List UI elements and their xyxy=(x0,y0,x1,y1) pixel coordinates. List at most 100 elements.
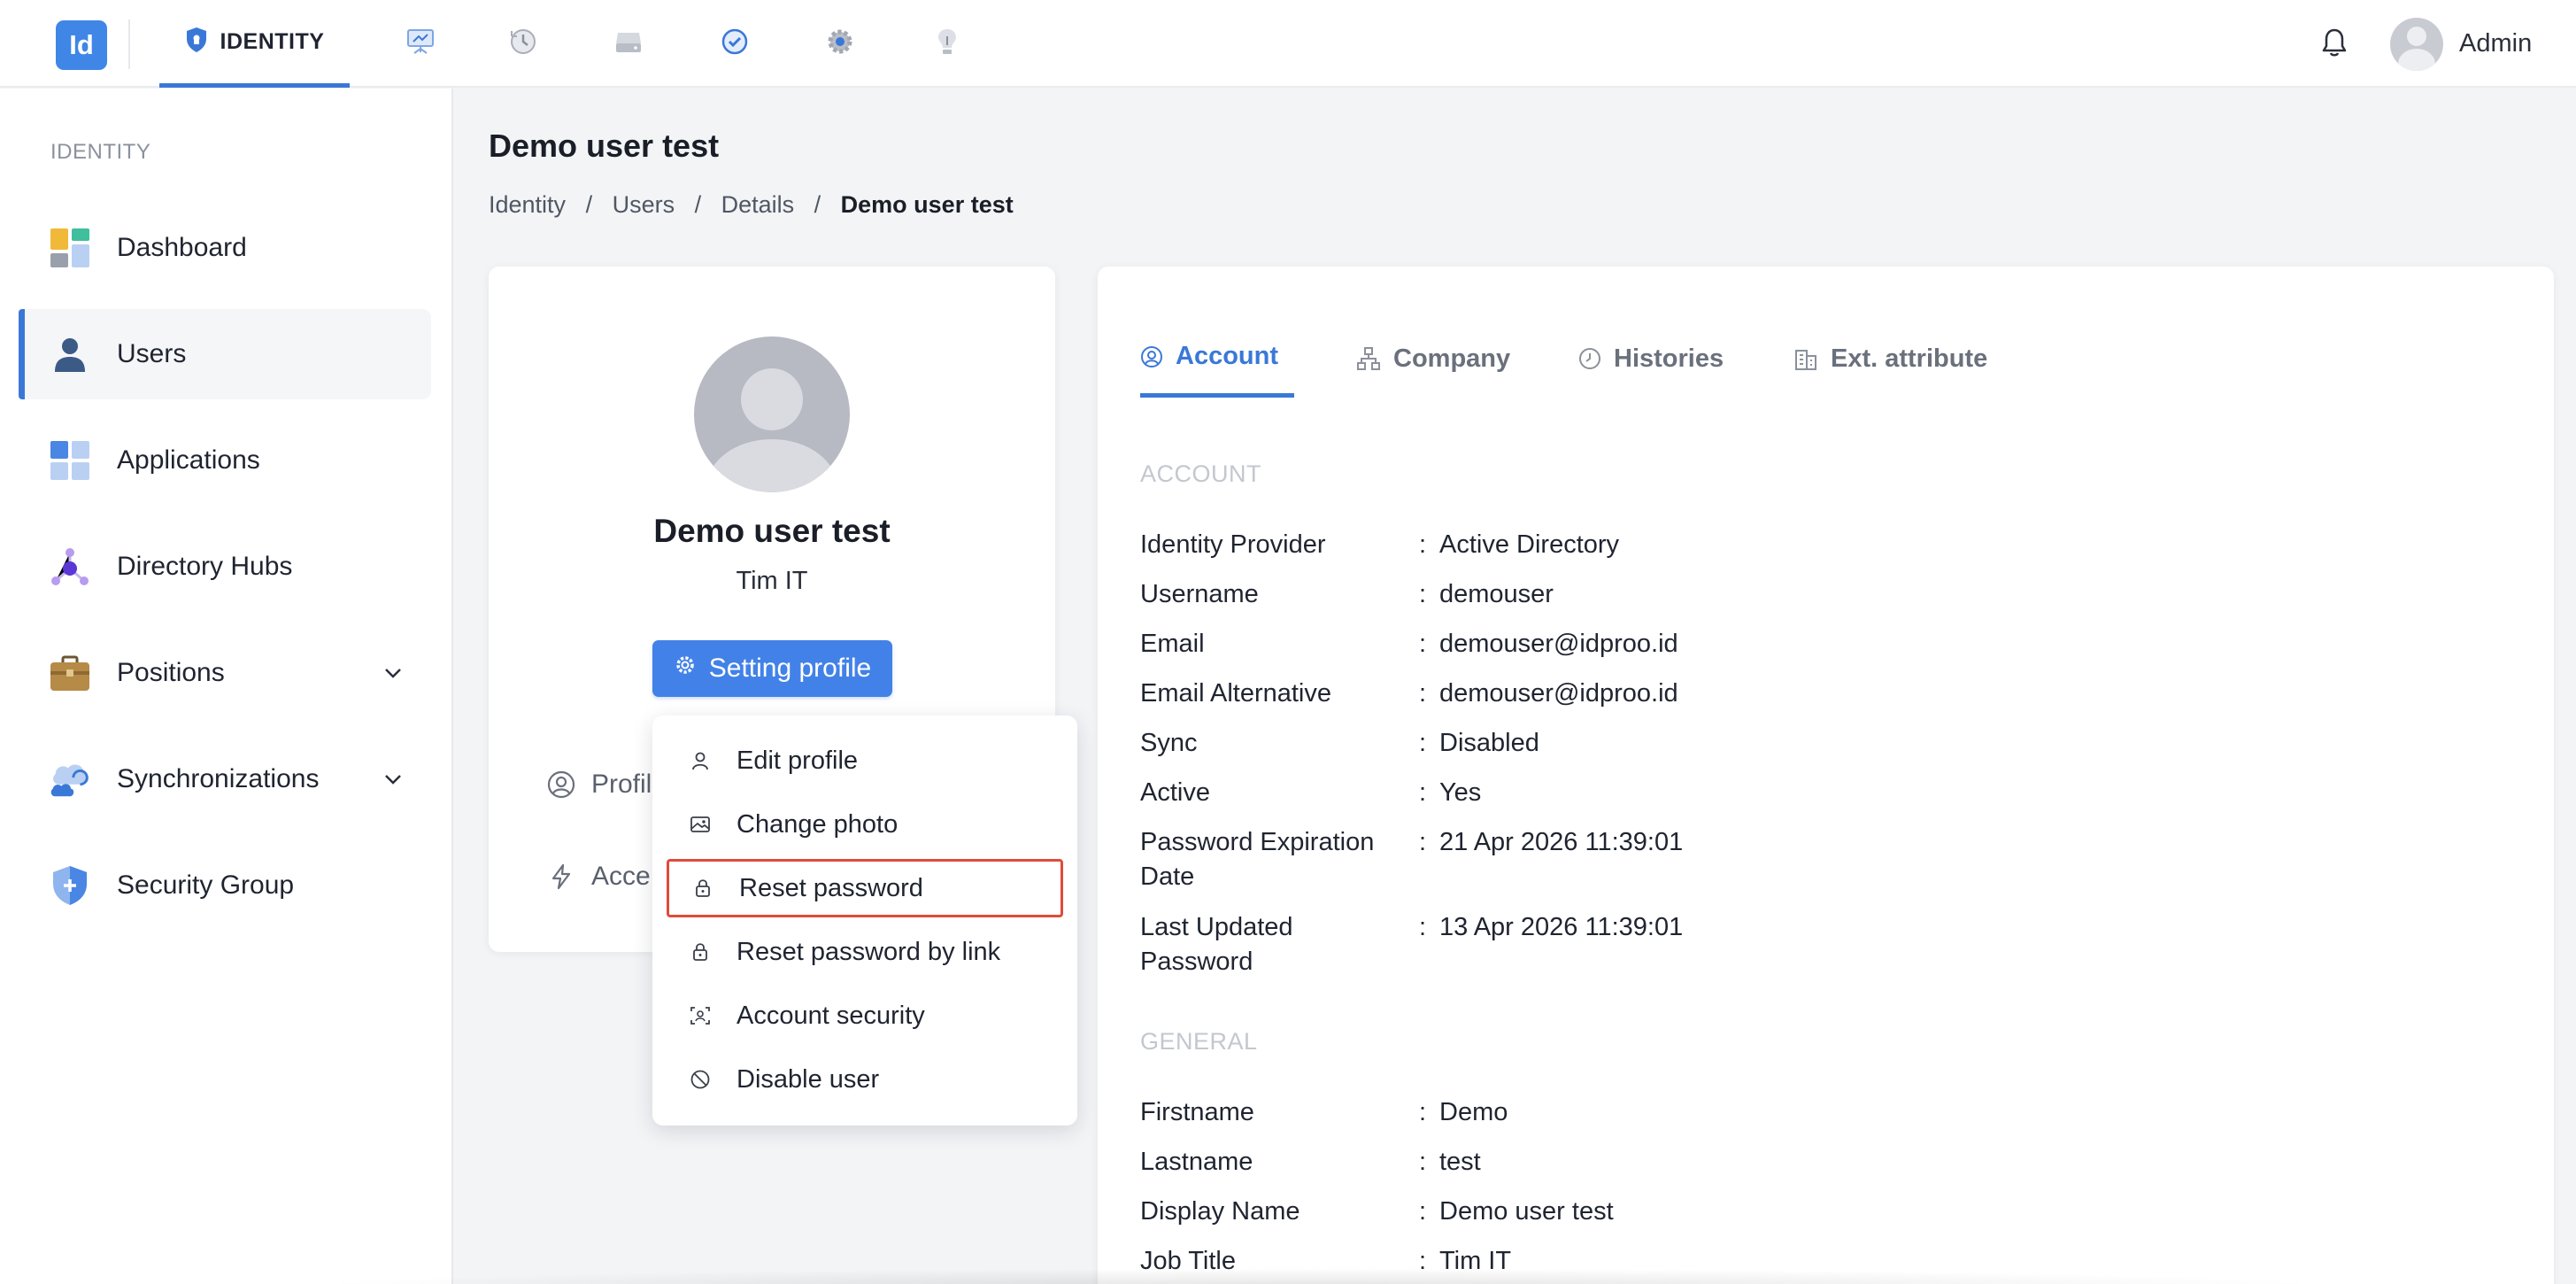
cloud-sync-icon xyxy=(48,757,92,801)
detail-separator: : xyxy=(1419,828,1427,856)
sidebar-item-dashboard[interactable]: Dashboard xyxy=(19,203,431,293)
user-menu-name[interactable]: Admin xyxy=(2459,29,2532,58)
detail-value: demouser xyxy=(1439,580,1554,608)
lightbulb-icon[interactable] xyxy=(929,24,965,59)
detail-separator: : xyxy=(1419,729,1427,757)
menu-item-change-photo[interactable]: Change photo xyxy=(667,795,1063,854)
detail-separator: : xyxy=(1419,679,1427,708)
profile-link-label: Profil xyxy=(591,770,652,799)
profile-link[interactable]: Profil xyxy=(547,770,652,800)
menu-item-label: Change photo xyxy=(737,809,899,839)
image-icon xyxy=(688,812,713,837)
monitor-icon[interactable] xyxy=(403,24,438,59)
detail-separator: : xyxy=(1419,630,1427,658)
detail-key: Last Updated Password xyxy=(1140,913,1293,976)
user-icon xyxy=(48,332,92,376)
menu-item-label: Edit profile xyxy=(737,746,859,775)
sidebar-item-label: Synchronizations xyxy=(117,764,320,793)
setting-profile-dropdown: Edit profile Change photo Reset password… xyxy=(652,715,1077,1125)
menu-item-disable-user[interactable]: Disable user xyxy=(667,1050,1063,1109)
tab-identity-label: IDENTITY xyxy=(220,28,325,54)
lock-icon xyxy=(688,940,713,964)
breadcrumb-details[interactable]: Details xyxy=(721,191,795,219)
lock-icon xyxy=(690,876,715,901)
sidebar-section-title: IDENTITY xyxy=(50,140,151,164)
profile-job-title: Tim IT xyxy=(736,567,808,595)
briefcase-icon xyxy=(48,651,92,695)
detail-separator: : xyxy=(1419,913,1427,941)
user-circle-icon xyxy=(547,770,575,799)
notification-bell-icon[interactable] xyxy=(2317,25,2352,60)
profile-avatar xyxy=(694,336,850,492)
detail-separator: : xyxy=(1419,778,1427,807)
sidebar-item-security-group[interactable]: Security Group xyxy=(19,840,431,931)
tab-label: Ext. attribute xyxy=(1831,344,1988,373)
breadcrumb-users[interactable]: Users xyxy=(613,191,675,219)
detail-key: Email xyxy=(1140,630,1205,658)
menu-item-label: Reset password xyxy=(739,873,923,902)
lightning-icon xyxy=(551,863,571,890)
detail-value: 13 Apr 2026 11:39:01 xyxy=(1439,913,1684,941)
bottom-shadow xyxy=(301,1268,2337,1284)
tab-company[interactable]: Company xyxy=(1356,320,1510,398)
page-title: Demo user test xyxy=(489,128,720,164)
menu-item-reset-password[interactable]: Reset password xyxy=(667,859,1063,917)
user-detail-card: Account Company Histories Ext. attribute… xyxy=(1098,267,2554,1284)
menu-item-account-security[interactable]: Account security xyxy=(667,986,1063,1045)
sidebar-item-label: Positions xyxy=(117,658,225,687)
detail-key: Lastname xyxy=(1140,1148,1253,1176)
sidebar-item-label: Users xyxy=(117,339,187,368)
sidebar-item-label: Security Group xyxy=(117,870,295,900)
gear-icon[interactable] xyxy=(822,24,858,59)
navbar-divider xyxy=(128,19,130,69)
check-badge-icon[interactable] xyxy=(717,24,752,59)
gear-icon xyxy=(674,654,697,684)
detail-value: Demo user test xyxy=(1439,1197,1614,1226)
access-link-label: Acce xyxy=(591,862,651,891)
detail-separator: : xyxy=(1419,1197,1427,1226)
applications-grid-icon xyxy=(48,438,92,483)
chevron-down-icon[interactable] xyxy=(382,768,405,791)
app-logo[interactable]: Id xyxy=(56,20,107,70)
detail-value: demouser@idproo.id xyxy=(1439,630,1678,658)
user-icon xyxy=(688,748,713,773)
detail-separator: : xyxy=(1419,1148,1427,1176)
detail-value: 21 Apr 2026 11:39:01 xyxy=(1439,828,1684,856)
history-icon[interactable] xyxy=(505,24,541,59)
tab-identity[interactable]: IDENTITY xyxy=(159,0,350,88)
tab-ext-attribute[interactable]: Ext. attribute xyxy=(1793,320,1987,398)
org-chart-icon xyxy=(1357,347,1380,370)
detail-separator: : xyxy=(1419,530,1427,559)
tab-account[interactable]: Account xyxy=(1140,320,1294,398)
menu-item-edit-profile[interactable]: Edit profile xyxy=(667,731,1063,790)
access-link[interactable]: Acce xyxy=(547,862,651,892)
breadcrumb-separator: / xyxy=(794,191,841,218)
chevron-down-icon[interactable] xyxy=(382,661,405,685)
setting-profile-label: Setting profile xyxy=(708,654,872,683)
menu-item-label: Account security xyxy=(737,1001,925,1030)
sidebar-item-applications[interactable]: Applications xyxy=(19,415,431,506)
detail-key: Display Name xyxy=(1140,1197,1300,1226)
scan-face-icon xyxy=(688,1003,713,1028)
sidebar-item-label: Applications xyxy=(117,445,260,475)
dashboard-icon xyxy=(48,226,92,270)
setting-profile-button[interactable]: Setting profile xyxy=(652,640,892,697)
sidebar-item-users[interactable]: Users xyxy=(19,309,431,399)
tab-label: Account xyxy=(1176,342,1278,370)
sidebar-item-positions[interactable]: Positions xyxy=(19,628,431,718)
tab-histories[interactable]: Histories xyxy=(1578,320,1724,398)
building-icon xyxy=(1795,350,1816,370)
section-title-general: GENERAL xyxy=(1140,1028,1258,1055)
detail-value: Active Directory xyxy=(1439,530,1620,559)
menu-item-reset-password-by-link[interactable]: Reset password by link xyxy=(667,923,1063,981)
sidebar-item-synchronizations[interactable]: Synchronizations xyxy=(19,734,431,824)
sidebar-item-directory-hubs[interactable]: Directory Hubs xyxy=(19,522,431,612)
breadcrumb-identity[interactable]: Identity xyxy=(489,191,566,219)
detail-key: Password Expiration Date xyxy=(1140,828,1375,891)
menu-item-label: Reset password by link xyxy=(737,937,1001,966)
breadcrumb-separator: / xyxy=(566,191,613,218)
storage-icon[interactable] xyxy=(611,24,646,59)
user-avatar[interactable] xyxy=(2390,18,2443,71)
detail-key: Email Alternative xyxy=(1140,679,1331,708)
sidebar: IDENTITY Dashboard Users Applications Di… xyxy=(0,89,453,1284)
